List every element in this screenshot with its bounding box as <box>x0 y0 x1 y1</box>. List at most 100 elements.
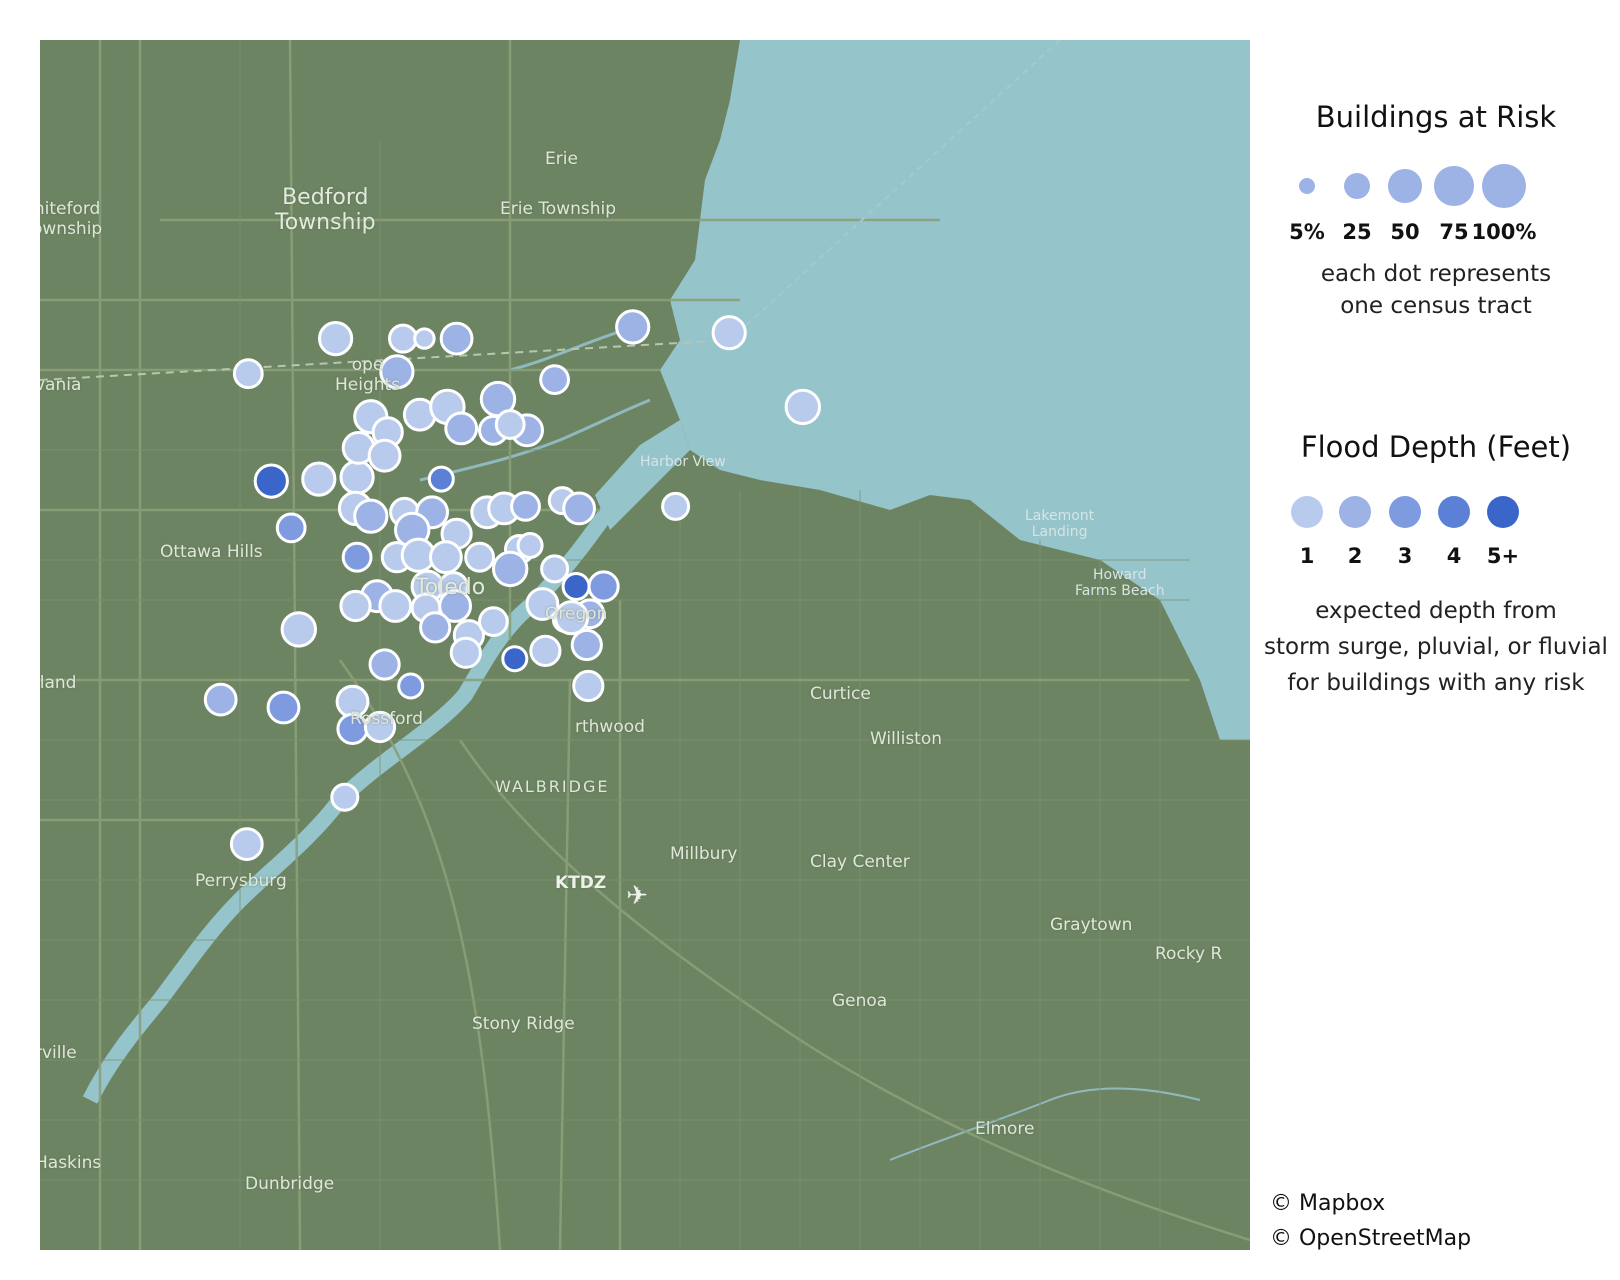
tract-marker[interactable] <box>478 606 509 637</box>
size-note-line1: each dot represents <box>1320 261 1552 287</box>
tract-marker[interactable] <box>203 682 238 717</box>
tract-marker[interactable] <box>232 358 264 390</box>
depth-legend-dot <box>1339 496 1371 529</box>
tract-marker[interactable] <box>318 321 354 357</box>
tract-marker[interactable] <box>397 672 425 700</box>
tract-marker[interactable] <box>494 409 526 440</box>
depth-legend-dot <box>1438 496 1470 529</box>
tract-marker[interactable] <box>784 388 821 426</box>
airport-icon: ✈ <box>626 881 648 911</box>
size-note-line2: one census tract <box>1340 293 1532 320</box>
tract-marker[interactable] <box>388 323 418 354</box>
tract-marker[interactable] <box>339 589 372 623</box>
label-elmore: Elmore <box>975 1119 1035 1139</box>
tract-marker[interactable] <box>341 541 373 573</box>
tract-marker[interactable] <box>439 321 474 356</box>
mapbox-credit[interactable]: © Mapbox <box>1270 1186 1471 1221</box>
label-clay-center: Clay Center <box>810 852 910 872</box>
depth-note-line1: expected depth from <box>1315 598 1557 625</box>
tract-marker[interactable] <box>330 782 360 812</box>
osm-credit[interactable]: © OpenStreetMap <box>1270 1221 1471 1256</box>
tract-marker[interactable] <box>229 827 264 861</box>
tract-marker[interactable] <box>253 463 289 499</box>
tract-marker[interactable] <box>266 690 301 725</box>
tract-marker[interactable] <box>339 459 375 495</box>
depth-legend-dot <box>1389 496 1421 529</box>
size-legend-title: Buildings at Risk <box>1315 100 1557 134</box>
label-lakemont: Lakemont Landing <box>1025 508 1095 541</box>
size-legend-dot <box>1482 164 1526 208</box>
depth-note-line3: for buildings with any risk <box>1287 669 1585 696</box>
tract-marker[interactable] <box>539 364 570 396</box>
label-rocky-ridge: Rocky R <box>1155 944 1223 964</box>
label-howard-farms: Howard Farms Beach <box>1075 567 1165 600</box>
label-waterville: rville <box>40 1043 77 1063</box>
lake-erie <box>660 40 1250 740</box>
size-legend-note: each dot represents one census tract <box>1262 258 1610 322</box>
label-sylvania: vania <box>40 375 82 395</box>
tract-marker[interactable] <box>570 628 603 662</box>
creek-3 <box>889 1087 1201 1161</box>
size-legend-dot <box>1434 166 1474 206</box>
size-legend-dots: 5% 25 50 75 100% <box>1262 162 1610 252</box>
tract-marker[interactable] <box>427 465 455 493</box>
tract-marker[interactable] <box>301 461 337 497</box>
tract-marker[interactable] <box>449 636 482 669</box>
tract-marker[interactable] <box>510 491 541 522</box>
label-ktdz: KTDZ <box>555 873 607 893</box>
tract-marker[interactable] <box>367 438 402 473</box>
label-harbor-view: Harbor View <box>640 454 726 470</box>
depth-legend-title: Flood Depth (Feet) <box>1300 430 1572 465</box>
depth-note-line2: storm surge, pluvial, or fluvial <box>1264 634 1608 661</box>
depth-legend-note: expected depth from storm surge, pluvial… <box>1262 594 1610 701</box>
label-erie: Erie <box>545 149 578 169</box>
size-legend-dot <box>1298 177 1316 195</box>
label-dunbridge: Dunbridge <box>245 1174 335 1194</box>
label-whiteford: hitefordownship <box>40 199 103 239</box>
label-genoa: Genoa <box>832 991 888 1011</box>
label-oregon: Oregon <box>545 604 608 624</box>
tract-marker[interactable] <box>711 315 747 351</box>
tract-marker[interactable] <box>501 645 529 673</box>
tract-marker[interactable] <box>529 634 562 668</box>
tract-marker[interactable] <box>615 309 651 345</box>
tract-marker[interactable] <box>464 541 496 573</box>
label-bedford: Bedford Township <box>275 185 376 236</box>
label-haskins: Haskins <box>40 1153 102 1173</box>
tract-marker[interactable] <box>572 669 605 703</box>
label-stony-ridge: Stony Ridge <box>472 1014 575 1034</box>
label-toledo: Toledo <box>415 575 486 600</box>
tract-marker[interactable] <box>562 491 596 526</box>
tract-marker[interactable] <box>587 570 620 603</box>
tract-marker[interactable] <box>353 498 389 534</box>
map[interactable]: ✈ Erie hitefordownship BedfordTownship Erie… <box>40 40 1250 1250</box>
legend: Buildings at Risk 5% 25 50 75 100% each dot … <box>1262 100 1610 701</box>
tract-marker[interactable] <box>516 532 544 559</box>
label-lambertville: ope Heights <box>335 355 401 395</box>
label-curtice: Curtice <box>810 684 871 704</box>
tract-marker[interactable] <box>444 411 479 446</box>
label-holland: lland <box>40 673 77 693</box>
tract-marker[interactable] <box>492 550 529 588</box>
depth-legend-dot <box>1487 496 1519 529</box>
tract-marker[interactable] <box>378 589 413 623</box>
tract-marker[interactable] <box>661 491 691 521</box>
label-millbury: Millbury <box>670 844 738 864</box>
tract-marker[interactable] <box>413 327 436 350</box>
label-northwood: rthwood <box>575 717 645 737</box>
basemap: ✈ <box>40 40 1250 1250</box>
tract-marker[interactable] <box>368 648 401 681</box>
tract-marker[interactable] <box>419 611 452 644</box>
size-legend-dot <box>1344 173 1370 199</box>
label-walbridge: WALBRIDGE <box>495 777 610 796</box>
label-rossford: Rossford <box>350 709 424 729</box>
tract-marker[interactable] <box>540 554 570 584</box>
tract-marker[interactable] <box>429 540 463 575</box>
size-legend-label: 100% <box>1471 220 1537 244</box>
label-erie-township: Erie Township <box>500 199 617 219</box>
label-graytown: Graytown <box>1050 915 1133 935</box>
tract-marker[interactable] <box>561 572 591 601</box>
tract-marker[interactable] <box>280 611 317 648</box>
depth-legend-dots: 1 2 3 4 5+ <box>1262 496 1610 586</box>
tract-marker[interactable] <box>275 512 307 544</box>
